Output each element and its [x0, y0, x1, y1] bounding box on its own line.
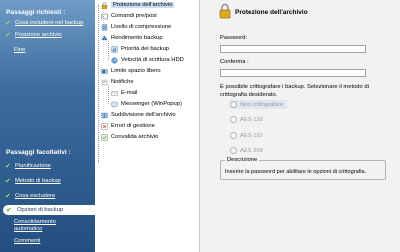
tree-item-archive-splitting[interactable]: Suddivisione dell'archivio [101, 111, 176, 119]
radio-aes-128[interactable]: AES 128 [230, 115, 263, 124]
confirm-label: Conferma : [220, 59, 249, 65]
tree-item-error-handling[interactable]: Errori di gestione [101, 122, 155, 130]
password-input[interactable] [220, 45, 366, 53]
tree-item-messenger-winpopup[interactable]: Messenger (WinPopup) [111, 100, 182, 108]
validate-icon [101, 133, 108, 141]
required-steps-header: Passaggi richiesti : [6, 9, 66, 16]
step-archive-location[interactable]: ✔ Posizione archivio [5, 30, 62, 40]
performance-icon [101, 34, 108, 40]
lock-icon [219, 3, 231, 19]
description-legend: Descrizione [225, 157, 260, 163]
wizard-sidebar: Passaggi richiesti : ✔ Cosa includere ne… [0, 0, 95, 252]
step-what-to-exclude[interactable]: ✔ Cosa escludere [5, 191, 55, 201]
section-title: Protezione dell'archivio [235, 9, 308, 16]
priority-icon [111, 45, 118, 53]
compression-icon [101, 23, 108, 31]
radio-button [230, 132, 237, 139]
check-icon: ✔ [5, 19, 11, 27]
command-icon [101, 13, 108, 19]
options-tree: Protezione dell'archivio Comandi pre/pos… [95, 0, 200, 252]
tree-item-archive-validation[interactable]: Convalida archivio [101, 133, 158, 141]
step-what-to-backup[interactable]: ✔ Cosa includere nel backup [5, 18, 83, 28]
check-icon: ✔ [6, 207, 12, 214]
lock-icon [101, 1, 108, 9]
options-content-panel: Protezione dell'archivio Password: Confe… [200, 0, 400, 252]
password-label: Password: [220, 35, 248, 41]
radio-no-encryption[interactable]: Non crittografare [230, 100, 288, 109]
tree-connector [108, 41, 109, 60]
radio-aes-256[interactable]: AES 256 [230, 146, 263, 155]
step-scheduling[interactable]: ✔ Pianificazione [5, 161, 51, 171]
tree-connector [108, 85, 109, 104]
tree-connector [98, 5, 99, 163]
check-icon: ✔ [5, 31, 11, 39]
step-auto-consolidation[interactable]: Consolidamento automatico [14, 219, 56, 233]
step-backup-options[interactable]: ✔ Opzioni di backup [3, 205, 95, 215]
hdd-speed-icon [111, 56, 118, 64]
tree-item-compression-level[interactable]: Livello di compressione [101, 23, 171, 31]
email-icon [111, 91, 118, 96]
radio-aes-192[interactable]: AES 192 [230, 131, 263, 140]
step-finish[interactable]: Fine [14, 47, 25, 54]
confirm-password-input[interactable] [220, 69, 366, 77]
tree-item-notifications[interactable]: Notifiche [101, 78, 134, 86]
check-icon: ✔ [5, 192, 11, 200]
optional-steps-header: Passaggi facoltativi : [6, 149, 71, 156]
error-icon [101, 122, 108, 130]
radio-button [230, 147, 237, 154]
radio-button [230, 101, 237, 108]
check-icon: ✔ [5, 177, 11, 185]
tree-item-backup-performance[interactable]: Rendimento backup [101, 34, 163, 42]
notifications-icon [101, 79, 108, 85]
tree-item-free-space-limit[interactable]: Limite spazio libero [101, 67, 161, 75]
radio-button [230, 116, 237, 123]
description-box: Descrizione Inserire la password per abi… [220, 157, 386, 180]
tree-item-hdd-write-speed[interactable]: Velocità di scrittura HDD [111, 56, 184, 64]
step-backup-method[interactable]: ✔ Metodo di backup [5, 176, 61, 186]
tree-item-pre-post-commands[interactable]: Comandi pre/post [101, 12, 157, 20]
free-space-icon [101, 68, 108, 74]
messenger-icon [111, 101, 118, 108]
description-text: Inserire la password per abilitare le op… [225, 169, 367, 175]
tree-item-email[interactable]: E-mail [111, 89, 137, 97]
tree-item-backup-priority[interactable]: Priorità del backup [111, 45, 169, 53]
step-comments[interactable]: Commenti [14, 238, 40, 245]
tree-item-archive-protection[interactable]: Protezione dell'archivio [101, 1, 175, 9]
split-icon [101, 112, 108, 118]
encryption-instructions: È possibile crittografare i backup. Sele… [220, 84, 369, 98]
check-icon: ✔ [5, 162, 11, 170]
